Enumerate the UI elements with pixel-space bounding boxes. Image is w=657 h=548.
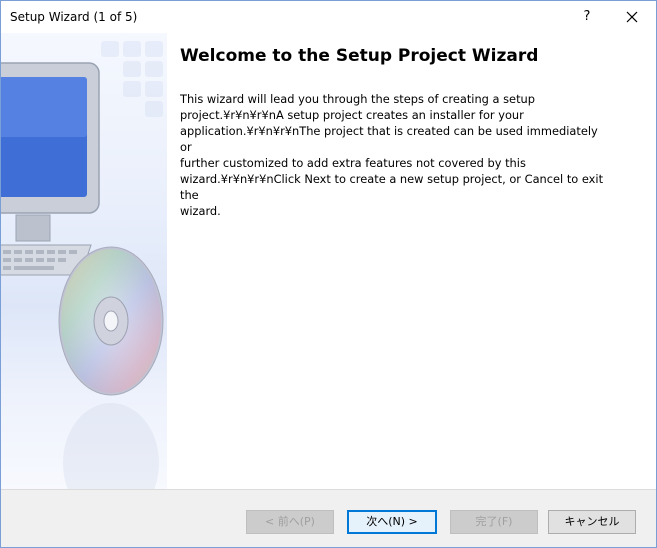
wizard-description: This wizard will lead you through the st… (180, 92, 604, 218)
background-tiles (101, 41, 163, 117)
title-bar: Setup Wizard (1 of 5) ? (1, 1, 656, 33)
help-icon: ? (583, 9, 591, 24)
help-button[interactable]: ? (571, 1, 603, 33)
window-title: Setup Wizard (1 of 5) (10, 10, 138, 24)
computer-icon (1, 62, 100, 276)
page-title: Welcome to the Setup Project Wizard (180, 46, 539, 66)
cd-reflection (63, 403, 159, 489)
cancel-button[interactable]: キャンセル (548, 510, 636, 534)
cd-disc-icon (58, 246, 164, 396)
next-button[interactable]: 次へ(N) > (347, 510, 437, 534)
wizard-side-banner (1, 33, 167, 489)
close-button[interactable] (613, 1, 651, 33)
close-icon (626, 11, 638, 23)
computer-and-cd-illustration (1, 41, 164, 489)
back-button[interactable]: < 前へ(P) (246, 510, 334, 534)
setup-wizard-window: Setup Wizard (1 of 5) ? Welcome to the S… (0, 0, 657, 548)
finish-button[interactable]: 完了(F) (450, 510, 538, 534)
